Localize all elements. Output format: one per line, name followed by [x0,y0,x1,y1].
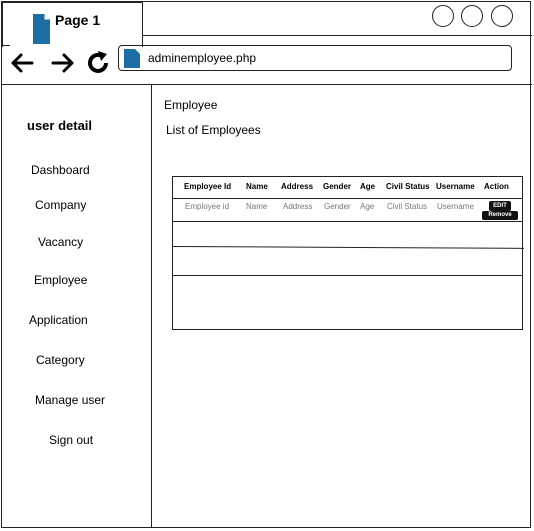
url-text: adminemployee.php [148,51,257,65]
tab-divider [2,45,10,46]
column-header-age: Age [360,182,376,191]
column-header-civil-status: Civil Status [386,182,430,191]
column-header-address: Address [281,182,314,191]
sidebar-item-sign-out[interactable]: Sign out [49,433,93,447]
sidebar-item-dashboard[interactable]: Dashboard [31,163,90,177]
column-header-name: Name [246,182,268,191]
table-divider [172,221,523,222]
table-cell: Civil Status [387,202,428,211]
sidebar-item-vacancy[interactable]: Vacancy [38,235,83,249]
table-cell: Age [360,202,375,211]
sidebar-item-employee[interactable]: Employee [34,273,87,287]
sidebar-divider [151,85,152,528]
breadcrumb: Employee [164,98,218,112]
sidebar-item-application[interactable]: Application [29,313,88,327]
table-cell: Address [283,202,313,211]
address-bar[interactable]: adminemployee.php [118,45,512,71]
tab-divider [143,35,532,36]
forward-arrow-icon[interactable] [49,49,77,77]
column-header-action: Action [484,182,509,191]
column-header-gender: Gender [323,182,352,191]
back-arrow-icon[interactable] [8,49,36,77]
page-icon [124,49,140,68]
tab-title: Page 1 [55,12,101,28]
reload-icon[interactable] [84,49,112,77]
page-icon [33,14,50,44]
employee-table [172,176,523,330]
table-cell: Username [437,202,474,211]
minimize-button[interactable] [432,5,454,27]
sidebar-item-company[interactable]: Company [35,198,86,212]
table-divider [172,275,523,276]
close-button[interactable] [491,5,513,27]
table-cell: Gender [324,202,351,211]
maximize-button[interactable] [461,5,483,27]
sidebar-title: user detail [27,118,93,133]
column-header-username: Username [436,182,475,191]
page-title: List of Employees [166,123,261,137]
sidebar-item-category[interactable]: Category [36,353,85,367]
header-divider [2,84,532,85]
sidebar-item-manage-user[interactable]: Manage user [35,393,105,407]
table-divider [172,198,523,199]
table-cell: Name [246,202,268,211]
edit-button[interactable]: EDIT [489,201,511,211]
remove-button[interactable]: Remove [482,211,518,220]
table-cell: Employee id [185,202,230,211]
column-header-employee-id: Employee Id [184,182,232,191]
